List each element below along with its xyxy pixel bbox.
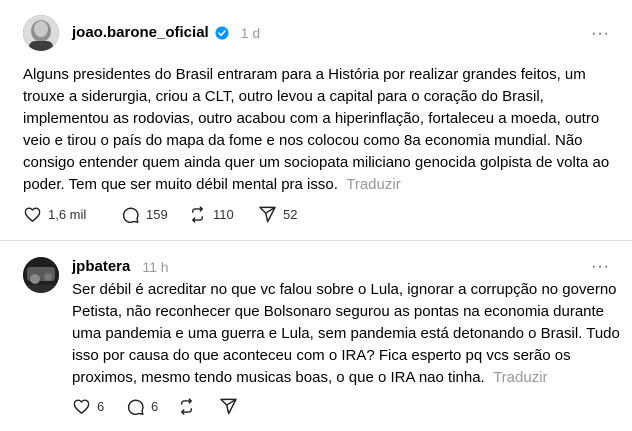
reply-text: Ser débil é acreditar no que vc falou so… <box>72 279 622 389</box>
heart-icon <box>24 207 41 222</box>
translate-link[interactable]: Traduzir <box>493 369 547 386</box>
repost-count: 110 <box>213 207 234 222</box>
post-time: 11 h <box>142 258 169 275</box>
reply-actions: 6 6 <box>72 397 238 416</box>
share-button[interactable]: 52 <box>258 205 297 224</box>
post-actions: 1,6 mil 159 110 52 <box>23 205 297 224</box>
verified-badge-icon <box>215 25 229 40</box>
share-button[interactable] <box>219 397 238 416</box>
avatar-photo <box>23 15 59 51</box>
avatar[interactable] <box>23 257 59 293</box>
avatar[interactable] <box>23 15 59 51</box>
comment-icon <box>127 399 144 416</box>
repost-icon <box>181 398 192 415</box>
repost-icon <box>192 206 203 223</box>
username[interactable]: jpbatera <box>72 258 130 275</box>
reply-button[interactable]: 6 <box>126 397 177 416</box>
post-text: Alguns presidentes do Brasil entraram pa… <box>23 64 623 196</box>
reply-button[interactable]: 159 <box>121 205 188 224</box>
like-count: 1,6 mil <box>48 207 87 222</box>
reply-header: jpbatera 11 h <box>72 258 169 275</box>
translate-link[interactable]: Traduzir <box>346 176 400 193</box>
heart-icon <box>73 399 90 414</box>
post-header: joao.barone_oficial 1 d <box>72 24 260 41</box>
avatar-photo <box>23 257 59 293</box>
post-time: 1 d <box>240 24 261 41</box>
post-body: Alguns presidentes do Brasil entraram pa… <box>23 66 610 193</box>
reply-count: 6 <box>151 399 159 414</box>
send-icon <box>220 398 237 415</box>
like-count: 6 <box>97 399 105 414</box>
send-icon <box>259 206 276 223</box>
username[interactable]: joao.barone_oficial <box>72 24 209 41</box>
share-count: 52 <box>283 207 298 222</box>
comment-icon <box>122 207 139 224</box>
more-options-button[interactable]: ··· <box>591 258 610 276</box>
reply-count: 159 <box>146 207 168 222</box>
like-button[interactable]: 1,6 mil <box>23 205 121 224</box>
repost-button[interactable] <box>177 397 219 416</box>
repost-button[interactable]: 110 <box>188 205 258 224</box>
more-options-button[interactable]: ··· <box>591 25 610 43</box>
like-button[interactable]: 6 <box>72 397 126 416</box>
